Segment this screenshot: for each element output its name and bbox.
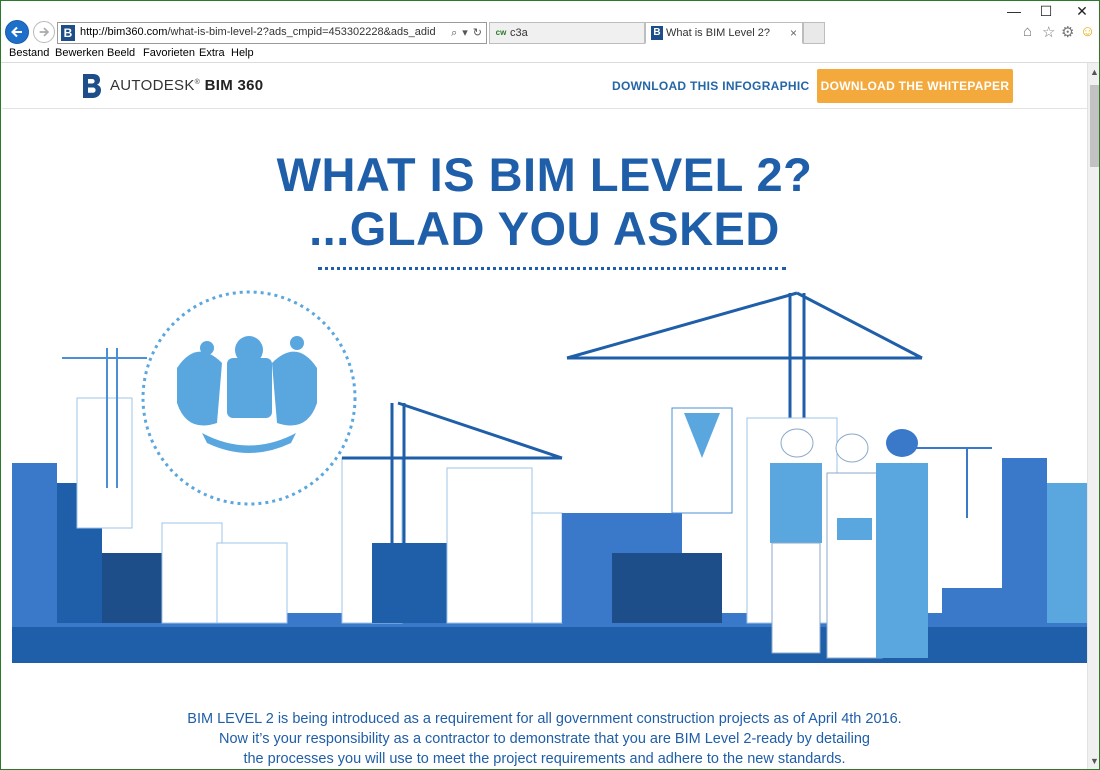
close-button[interactable]: ✕ (1067, 3, 1097, 20)
web-page: AUTODESK® BIM 360 DOWNLOAD THIS INFOGRAP… (2, 63, 1087, 769)
address-bar[interactable]: B http://bim360.com/what-is-bim-level-2?… (57, 22, 487, 44)
tab-label: c3a (510, 27, 528, 39)
smiley-icon[interactable]: ☺ (1080, 23, 1095, 40)
browser-titlebar: B http://bim360.com/what-is-bim-level-2?… (1, 1, 1099, 45)
dotted-divider (318, 267, 786, 270)
tab-close-icon[interactable]: × (790, 23, 797, 43)
address-actions: ⌕ ▾ ↻ (446, 26, 482, 40)
download-infographic-link[interactable]: DOWNLOAD THIS INFOGRAPHIC (612, 79, 810, 93)
tab-label: What is BIM Level 2? (666, 27, 770, 39)
menu-help[interactable]: Help (231, 47, 254, 59)
scroll-thumb[interactable] (1090, 85, 1099, 167)
back-arrow-icon (11, 26, 22, 38)
intro-paragraph: BIM LEVEL 2 is being introduced as a req… (2, 709, 1087, 769)
forward-button[interactable] (33, 21, 55, 43)
download-whitepaper-button[interactable]: DOWNLOAD THE WHITEPAPER (817, 69, 1013, 103)
back-button[interactable] (5, 20, 29, 44)
menu-beeld[interactable]: Beeld (107, 47, 135, 59)
scroll-up-arrow-icon[interactable]: ▲ (1090, 67, 1099, 77)
url-text[interactable]: http://bim360.com/what-is-bim-level-2?ad… (80, 26, 435, 38)
forward-arrow-icon (39, 27, 50, 37)
construction-workers (770, 428, 928, 659)
hero-title-line-1: WHAT IS BIM LEVEL 2? (276, 148, 813, 201)
bim360-favicon: B (61, 25, 75, 41)
browser-window: B http://bim360.com/what-is-bim-level-2?… (0, 0, 1100, 770)
bim360-favicon: B (651, 26, 663, 40)
intro-line-3: the processes you will use to meet the p… (243, 751, 846, 767)
refresh-icon[interactable]: ↻ (473, 27, 482, 39)
c3a-favicon: cw (495, 28, 507, 37)
star-icon[interactable]: ☆ (1042, 23, 1055, 41)
minimize-button[interactable]: — (999, 3, 1029, 19)
page-scrollbar[interactable]: ▲ ▼ (1087, 63, 1099, 769)
site-logo-text[interactable]: AUTODESK® BIM 360 (110, 77, 263, 94)
tab-c3a[interactable]: cw c3a (489, 22, 645, 44)
hero-title-line-2: ...GLAD YOU ASKED (309, 202, 780, 255)
home-icon[interactable]: ⌂ (1023, 23, 1032, 40)
intro-line-1: BIM LEVEL 2 is being introduced as a req… (187, 711, 902, 727)
menu-bestand[interactable]: Bestand (9, 47, 49, 59)
intro-line-2: Now it’s your responsibility as a contra… (219, 731, 870, 747)
scroll-down-arrow-icon[interactable]: ▼ (1090, 756, 1099, 766)
search-icon[interactable]: ⌕ (451, 27, 457, 39)
new-tab-button[interactable] (803, 22, 825, 44)
menu-bewerken[interactable]: Bewerken (55, 47, 104, 59)
menu-bar: Bestand Bewerken Beeld Favorieten Extra … (1, 45, 1099, 63)
menu-favorieten[interactable]: Favorieten (143, 47, 195, 59)
dropdown-icon[interactable]: ▾ (462, 27, 468, 39)
site-header: AUTODESK® BIM 360 DOWNLOAD THIS INFOGRAP… (2, 63, 1087, 109)
gear-icon[interactable]: ⚙ (1061, 23, 1074, 41)
tab-bim-level-2[interactable]: B What is BIM Level 2? × (645, 22, 803, 44)
autodesk-b-logo-icon[interactable] (82, 73, 102, 99)
maximize-button[interactable]: ☐ (1031, 3, 1061, 20)
construction-site-illustration (12, 290, 1087, 663)
menu-extra[interactable]: Extra (199, 47, 225, 59)
